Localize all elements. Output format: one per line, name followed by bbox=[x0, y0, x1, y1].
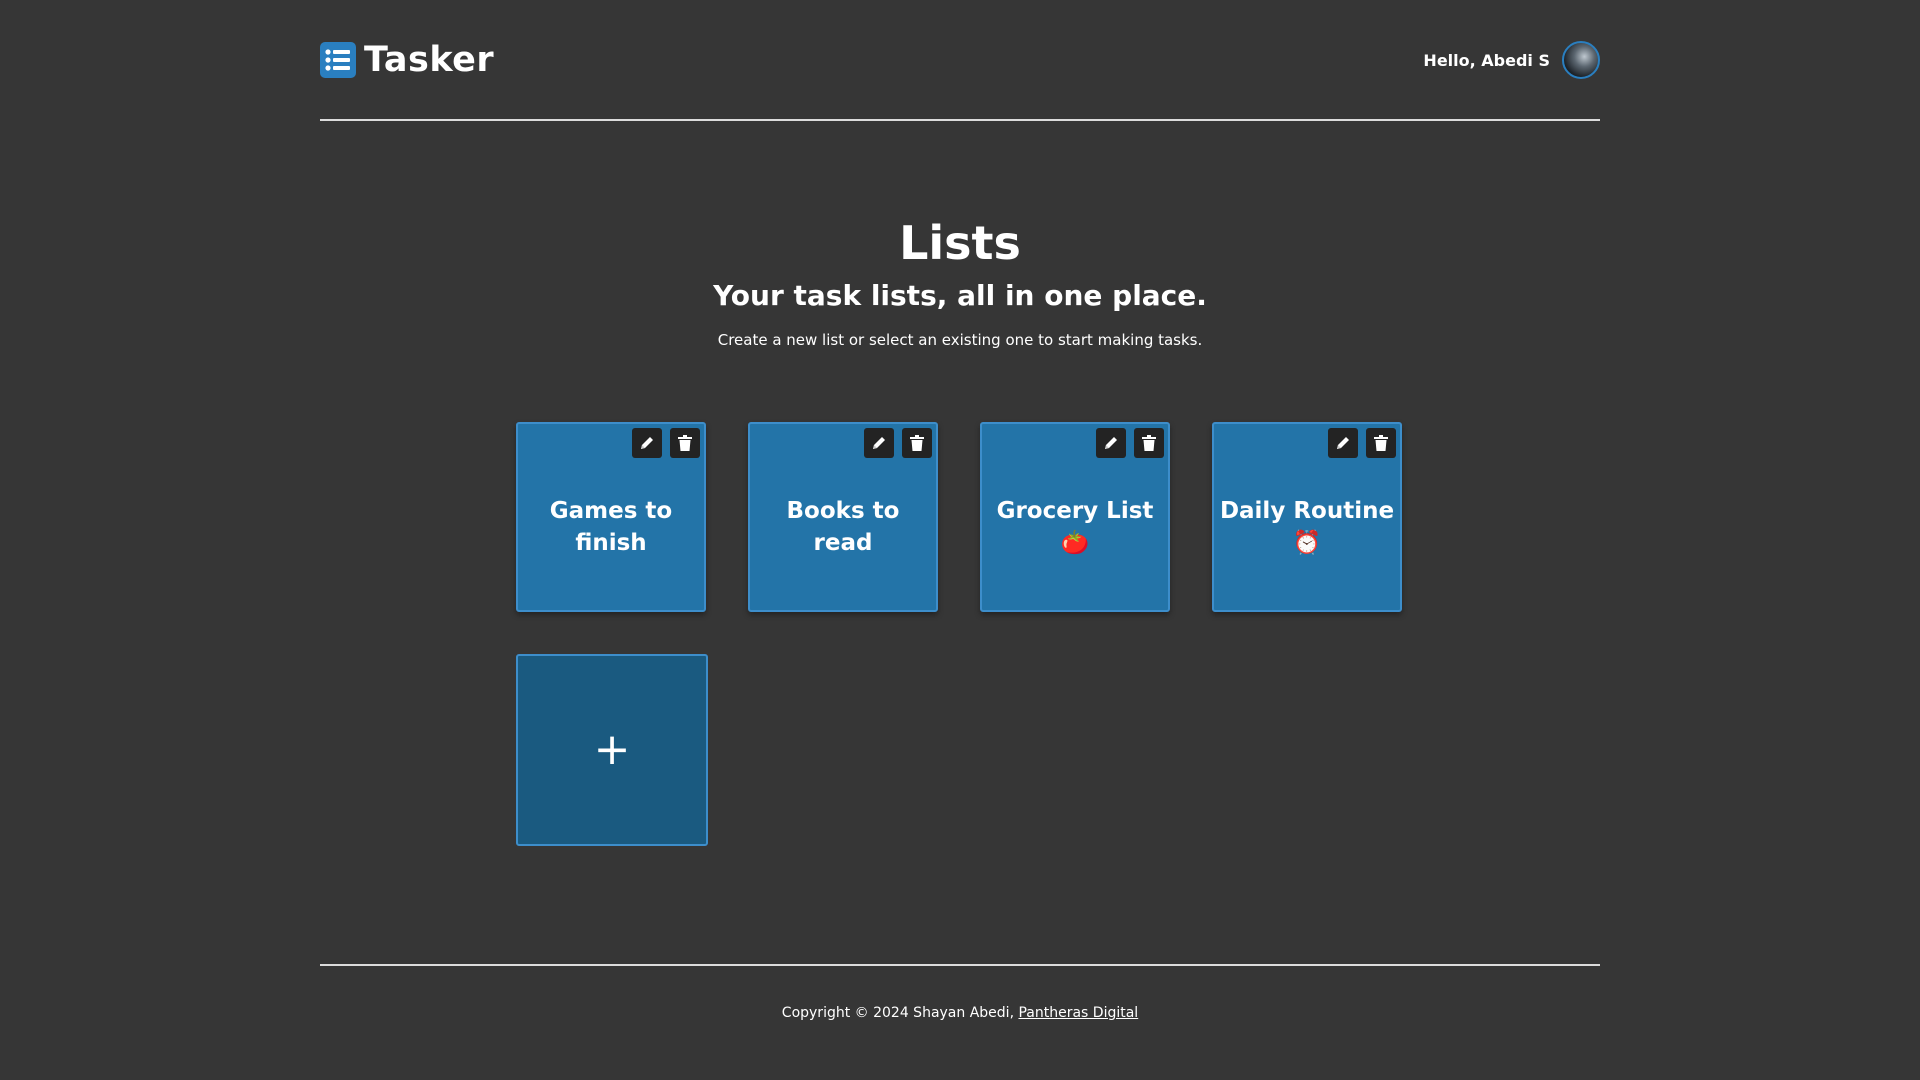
user-area: Hello, Abedi S bbox=[1423, 41, 1600, 79]
footer-divider bbox=[320, 964, 1600, 966]
card-title: Daily Routine ⏰ bbox=[1218, 482, 1396, 572]
card-title: Grocery List 🍅 bbox=[986, 482, 1164, 572]
pencil-icon[interactable] bbox=[864, 428, 894, 458]
add-list-button[interactable]: + bbox=[516, 654, 708, 846]
user-avatar[interactable] bbox=[1562, 41, 1600, 79]
trash-icon[interactable] bbox=[1134, 428, 1164, 458]
header: Tasker Hello, Abedi S bbox=[320, 32, 1600, 88]
list-card-daily-routine[interactable]: Daily Routine ⏰ bbox=[1212, 422, 1402, 612]
trash-icon[interactable] bbox=[1366, 428, 1396, 458]
card-title-text: Books to read bbox=[786, 498, 900, 556]
page: Tasker Hello, Abedi S Lists Your task li… bbox=[0, 0, 1920, 1080]
pencil-icon[interactable] bbox=[1096, 428, 1126, 458]
brand-name: Tasker bbox=[364, 40, 495, 80]
footer: Copyright © 2024 Shayan Abedi, Pantheras… bbox=[320, 1005, 1600, 1021]
card-actions bbox=[632, 428, 700, 458]
alarm-clock-icon: ⏰ bbox=[1292, 530, 1322, 556]
card-actions bbox=[1096, 428, 1164, 458]
card-title: Games to finish bbox=[522, 482, 700, 572]
trash-icon[interactable] bbox=[902, 428, 932, 458]
footer-link-pantheras-digital[interactable]: Pantheras Digital bbox=[1018, 1005, 1138, 1021]
card-title-text: Games to finish bbox=[549, 498, 673, 556]
list-card-books-to-read[interactable]: Books to read bbox=[748, 422, 938, 612]
pencil-icon[interactable] bbox=[632, 428, 662, 458]
trash-icon[interactable] bbox=[670, 428, 700, 458]
page-title: Lists bbox=[899, 216, 1021, 270]
plus-icon: + bbox=[593, 724, 631, 775]
tomato-icon: 🍅 bbox=[1060, 530, 1090, 556]
card-actions bbox=[1328, 428, 1396, 458]
header-divider bbox=[320, 119, 1600, 121]
pencil-icon[interactable] bbox=[1328, 428, 1358, 458]
brand-link[interactable]: Tasker bbox=[320, 40, 494, 80]
card-title-text: Grocery List bbox=[996, 498, 1154, 524]
card-title: Books to read bbox=[754, 482, 932, 572]
page-description: Create a new list or select an existing … bbox=[717, 331, 1203, 349]
page-subtitle: Your task lists, all in one place. bbox=[713, 279, 1207, 312]
copyright-text: Copyright © 2024 Shayan Abedi, bbox=[781, 1005, 1019, 1021]
hero: Lists Your task lists, all in one place.… bbox=[320, 210, 1600, 352]
user-greeting: Hello, Abedi S bbox=[1423, 50, 1550, 70]
card-actions bbox=[864, 428, 932, 458]
list-card-games-to-finish[interactable]: Games to finish bbox=[516, 422, 706, 612]
list-icon bbox=[320, 42, 356, 78]
list-card-grocery-list[interactable]: Grocery List 🍅 bbox=[980, 422, 1170, 612]
card-title-text: Daily Routine bbox=[1219, 498, 1395, 524]
